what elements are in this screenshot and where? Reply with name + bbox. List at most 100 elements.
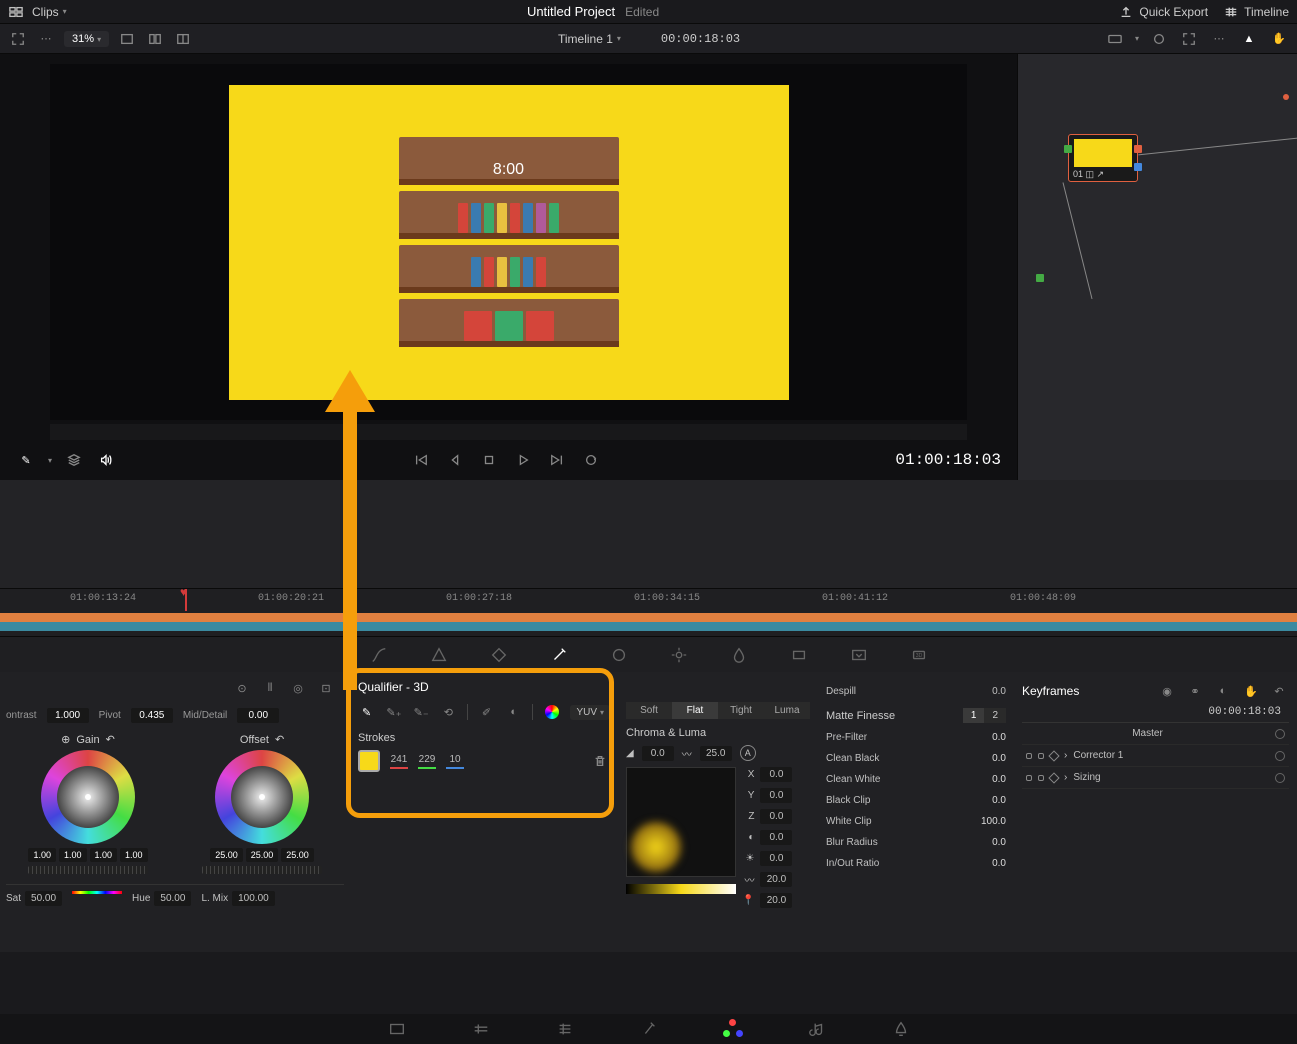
prev-frame-icon[interactable]	[445, 450, 465, 470]
matte-row[interactable]: White Clip100.0	[826, 813, 1006, 830]
matte-row[interactable]: Clean Black0.0	[826, 750, 1006, 767]
undo-offset-icon[interactable]: ↶	[275, 733, 284, 746]
fullscreen-icon[interactable]	[8, 29, 28, 49]
tab-luma[interactable]: Luma	[764, 702, 810, 719]
matte-row[interactable]: Pre-Filter0.0	[826, 729, 1006, 746]
picker-add-icon[interactable]: ✎₊	[385, 702, 402, 722]
palette-blur-icon[interactable]	[724, 640, 754, 670]
page-fairlight-icon[interactable]	[805, 1017, 829, 1041]
chroma-scope[interactable]	[626, 767, 736, 877]
options-icon[interactable]: ⋯	[36, 29, 56, 49]
chroma-z[interactable]: 0.0	[760, 809, 792, 824]
chroma-v1[interactable]: 0.0	[642, 746, 674, 761]
stroke-swatch[interactable]	[358, 750, 380, 772]
wheels-mode-1-icon[interactable]: ⊙	[232, 678, 252, 698]
offset-slider[interactable]	[202, 866, 322, 874]
cursor-icon[interactable]: ▲	[1239, 29, 1259, 49]
offset-val-1[interactable]: 25.00	[246, 848, 279, 862]
scopes-icon[interactable]	[1149, 29, 1169, 49]
stroke-g-value[interactable]: 229	[418, 754, 436, 769]
clip-track[interactable]	[0, 613, 1297, 631]
tab-tight[interactable]: Tight	[718, 702, 764, 719]
stop-icon[interactable]	[479, 450, 499, 470]
timecode-display[interactable]: 00:00:18:03	[661, 32, 740, 46]
pivot-value[interactable]: 0.435	[131, 708, 173, 723]
offset-val-0[interactable]: 25.00	[210, 848, 243, 862]
gain-val-1[interactable]: 1.00	[59, 848, 87, 862]
chroma-p1[interactable]: 0.0	[760, 830, 792, 845]
more-icon[interactable]: ⋯	[1209, 29, 1229, 49]
expand-icon[interactable]	[1179, 29, 1199, 49]
node-editor[interactable]: 01 ◫ ↗	[1017, 54, 1297, 480]
first-frame-icon[interactable]	[411, 450, 431, 470]
undo-gain-icon[interactable]: ↶	[106, 733, 115, 746]
node-1[interactable]: 01 ◫ ↗	[1068, 134, 1138, 182]
matte-row[interactable]: Clean White0.0	[826, 771, 1006, 788]
chroma-p3[interactable]: 20.0	[760, 872, 792, 887]
view-mode-2-icon[interactable]	[145, 29, 165, 49]
palette-qualifier-icon[interactable]	[544, 640, 574, 670]
viewer-timecode[interactable]: 01:00:18:03	[895, 451, 1001, 469]
clips-dropdown[interactable]: Clips▾	[32, 5, 67, 19]
chroma-y[interactable]: 0.0	[760, 788, 792, 803]
gain-val-2[interactable]: 1.00	[90, 848, 118, 862]
chroma-v2[interactable]: 25.0	[700, 746, 732, 761]
palette-diamond-icon[interactable]	[484, 640, 514, 670]
timeline-toggle[interactable]: Timeline	[1224, 5, 1289, 19]
feather-icon[interactable]: ✐	[478, 702, 495, 722]
quick-export-button[interactable]: Quick Export	[1119, 5, 1208, 19]
page-color-icon[interactable]	[721, 1017, 745, 1041]
luma-strip[interactable]	[626, 884, 736, 894]
gain-val-0[interactable]: 1.00	[28, 848, 56, 862]
picker-reset-icon[interactable]: ⟲	[440, 702, 457, 722]
matte-tab-2[interactable]: 2	[984, 708, 1006, 723]
page-fusion-icon[interactable]	[637, 1017, 661, 1041]
matte-row[interactable]: Black Clip0.0	[826, 792, 1006, 809]
chroma-angle-icon[interactable]: ◢	[626, 748, 634, 759]
gain-slider[interactable]	[28, 866, 148, 874]
palette-sizing-icon[interactable]	[844, 640, 874, 670]
contrast-value[interactable]: 1.000	[47, 708, 89, 723]
yuv-selector[interactable]: YUV▾	[570, 705, 610, 720]
page-edit-icon[interactable]	[553, 1017, 577, 1041]
page-deliver-icon[interactable]	[889, 1017, 913, 1041]
kf-row-sizing[interactable]: ›Sizing	[1022, 767, 1289, 789]
matte-row[interactable]: In/Out Ratio0.0	[826, 855, 1006, 872]
picker-sub-icon[interactable]: ✎₋	[413, 702, 430, 722]
middetail-value[interactable]: 0.00	[237, 708, 279, 723]
quality-icon[interactable]	[1105, 29, 1125, 49]
chroma-p4[interactable]: 20.0	[760, 893, 792, 908]
viewer[interactable]: 8:00	[50, 64, 967, 420]
chroma-p2[interactable]: 0.0	[760, 851, 792, 866]
despill-value[interactable]: 0.0	[992, 686, 1006, 697]
delete-stroke-icon[interactable]	[590, 751, 610, 771]
scrub-bar[interactable]	[50, 424, 967, 440]
view-mode-3-icon[interactable]	[173, 29, 193, 49]
kf-hand-icon[interactable]: ✋	[1241, 681, 1261, 701]
gain-wheel[interactable]	[41, 750, 135, 844]
chroma-spread-icon[interactable]: 〰	[682, 746, 692, 761]
loop-icon[interactable]	[581, 450, 601, 470]
offset-val-2[interactable]: 25.00	[281, 848, 314, 862]
invert-icon[interactable]: ◐	[505, 702, 522, 722]
palette-prism-icon[interactable]	[424, 640, 454, 670]
palette-key-icon[interactable]	[784, 640, 814, 670]
reset-gain-icon[interactable]: ⊕	[61, 733, 70, 746]
wheels-mode-2-icon[interactable]: ⫴	[260, 678, 280, 698]
stack-icon[interactable]	[64, 450, 84, 470]
kf-row-master[interactable]: Master	[1022, 723, 1289, 745]
thumbnail-view-icon[interactable]	[8, 5, 24, 19]
page-media-icon[interactable]	[385, 1017, 409, 1041]
view-mode-1-icon[interactable]	[117, 29, 137, 49]
kf-eye-icon[interactable]: ◉	[1157, 681, 1177, 701]
kf-undo-icon[interactable]: ↶	[1269, 681, 1289, 701]
tab-flat[interactable]: Flat	[672, 702, 718, 719]
wheels-mode-3-icon[interactable]: ◎	[288, 678, 308, 698]
kf-row-corrector[interactable]: ›Corrector 1	[1022, 745, 1289, 767]
stroke-b-value[interactable]: 10	[446, 754, 464, 769]
picker-icon[interactable]: ✎	[358, 702, 375, 722]
matte-tab-1[interactable]: 1	[963, 708, 985, 723]
palette-window-icon[interactable]	[604, 640, 634, 670]
playhead[interactable]	[185, 589, 187, 611]
zoom-percentage[interactable]: 31% ▾	[64, 31, 109, 47]
